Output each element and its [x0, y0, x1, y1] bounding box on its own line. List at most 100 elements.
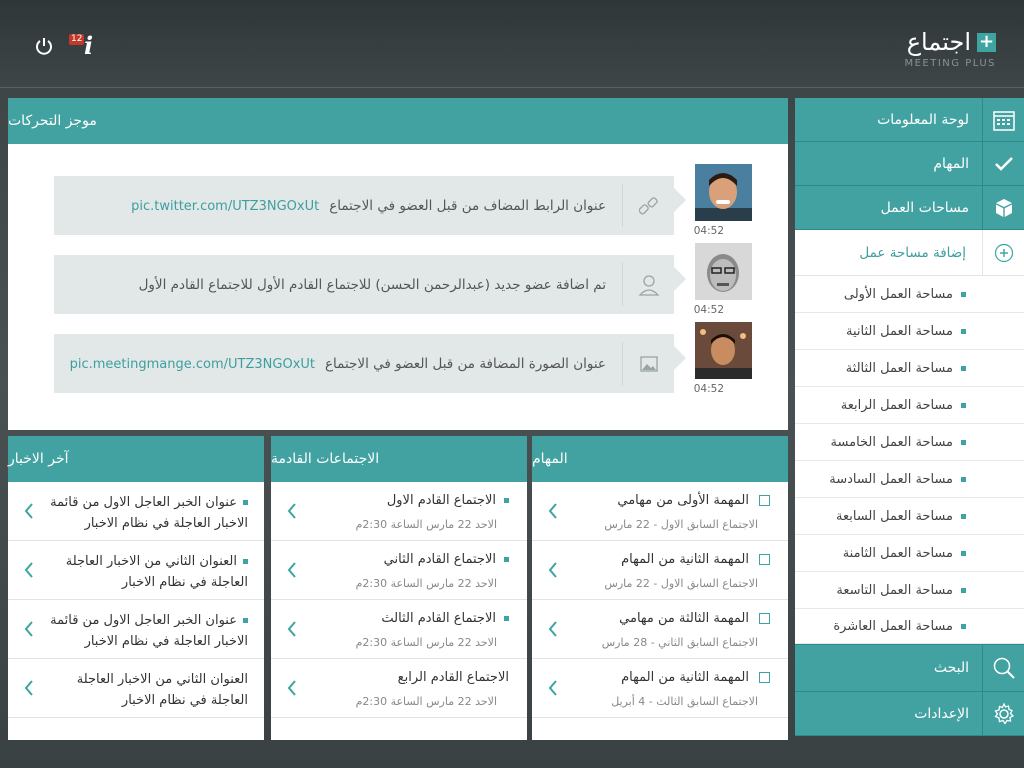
feed-bubble: تم اضافة عضو جديد (عبدالرحمن الحسن) للاج… [54, 255, 686, 314]
chevron-left-icon[interactable] [546, 502, 560, 520]
workspace-item[interactable]: مساحة العمل الثالثة [795, 350, 1024, 387]
panel-title: آخر الاخبار [8, 451, 69, 467]
avatar[interactable] [695, 164, 752, 221]
task-title: المهمة الثالثة من مهامي [619, 611, 749, 626]
workspace-item[interactable]: مساحة العمل الخامسة [795, 424, 1024, 461]
sidebar-item-search[interactable]: البحث [795, 644, 1024, 692]
sidebar-item-label: المهام [933, 155, 969, 172]
plus-circle-icon [982, 230, 1024, 275]
feed-item[interactable]: تم اضافة عضو جديد (عبدالرحمن الحسن) للاج… [54, 243, 752, 316]
chevron-left-icon[interactable] [546, 679, 560, 697]
checkbox[interactable] [759, 495, 770, 506]
chevron-left-icon[interactable] [546, 561, 560, 579]
activity-feed-panel: موجز التحركات عنوان الرابط المضاف من قبل… [8, 98, 788, 430]
top-bar: اجتماع + MEETING PLUS 12 i [0, 0, 1024, 88]
workspace-item[interactable]: مساحة العمل التاسعة [795, 572, 1024, 609]
app-title: اجتماع [906, 28, 971, 56]
meeting-title: الاجتماع القادم الرابع [397, 670, 509, 685]
feed-bubble: عنوان الصورة المضافة من قبل العضو في الا… [54, 334, 686, 393]
workspace-list: إضافة مساحة عمل مساحة العمل الأولى مساحة… [795, 230, 1024, 644]
sidebar-item-settings[interactable]: الإعدادات [795, 692, 1024, 736]
workspace-item[interactable]: مساحة العمل العاشرة [795, 609, 1024, 644]
bullet-icon [961, 513, 966, 519]
sidebar-item-tasks[interactable]: المهام [795, 142, 1024, 186]
panel-header: موجز التحركات [8, 98, 788, 144]
news-row[interactable]: العنوان الثاني من الاخبار العاجلة العاجل… [8, 541, 264, 600]
bullet-icon [243, 618, 248, 623]
task-subtitle: الاجتماع السابق الثاني - 28 مارس [601, 636, 758, 649]
meeting-row[interactable]: الاجتماع القادم الاول الاحد 22 مارس السا… [271, 482, 527, 541]
chevron-left-icon[interactable] [285, 561, 299, 579]
feed-text: عنوان الرابط المضاف من قبل العضو في الاج… [329, 197, 606, 214]
image-icon [622, 342, 674, 385]
meeting-title: الاجتماع القادم الثاني [383, 552, 496, 567]
notification-badge: 12 [69, 34, 85, 45]
check-icon [982, 142, 1024, 185]
task-row[interactable]: المهمة الأولى من مهامي الاجتماع السابق ا… [532, 482, 788, 541]
feed-bubble: عنوان الرابط المضاف من قبل العضو في الاج… [54, 176, 686, 235]
bullet-icon [243, 559, 248, 564]
power-icon[interactable] [34, 36, 54, 56]
workspace-item[interactable]: مساحة العمل الأولى [795, 276, 1024, 313]
meeting-row[interactable]: الاجتماع القادم الثالث الاحد 22 مارس الس… [271, 600, 527, 659]
avatar[interactable] [695, 322, 752, 379]
meeting-row[interactable]: الاجتماع القادم الرابع الاحد 22 مارس الس… [271, 659, 527, 718]
bullet-icon [961, 328, 966, 334]
link-icon [622, 184, 674, 227]
latest-news-panel: آخر الاخبار عنوان الخبر العاجل الاول من … [8, 436, 264, 740]
gear-icon [982, 692, 1024, 735]
calendar-icon [982, 98, 1024, 141]
chevron-left-icon[interactable] [546, 620, 560, 638]
chevron-left-icon[interactable] [285, 620, 299, 638]
workspace-item[interactable]: مساحة العمل الثانية [795, 313, 1024, 350]
panel-title: موجز التحركات [8, 113, 97, 129]
chevron-left-icon[interactable] [22, 561, 36, 579]
news-row[interactable]: عنوان الخبر العاجل الاول من قائمة الاخبا… [8, 482, 264, 541]
workspace-item[interactable]: مساحة العمل السادسة [795, 461, 1024, 498]
meeting-subtitle: الاحد 22 مارس الساعة 2:30م [355, 577, 497, 590]
feed-item[interactable]: عنوان الرابط المضاف من قبل العضو في الاج… [54, 164, 752, 237]
feed-link[interactable]: pic.meetingmange.com/UTZ3NGOxUt [70, 357, 315, 372]
panel-header: المهام [532, 436, 788, 482]
workspace-item[interactable]: مساحة العمل الثامنة [795, 535, 1024, 572]
info-icon[interactable]: i [84, 34, 93, 58]
feed-time: 04:52 [693, 225, 724, 237]
chevron-left-icon[interactable] [22, 620, 36, 638]
checkbox[interactable] [759, 613, 770, 624]
task-subtitle: الاجتماع السابق الاول - 22 مارس [604, 577, 758, 590]
feed-item[interactable]: عنوان الصورة المضافة من قبل العضو في الا… [54, 322, 752, 395]
sidebar: لوحة المعلومات المهام مساحات العمل إضافة… [795, 98, 1024, 740]
news-row[interactable]: العنوان الثاني من الاخبار العاجلة العاجل… [8, 659, 264, 718]
checkbox[interactable] [759, 672, 770, 683]
bullet-icon [961, 587, 966, 593]
feed-text: تم اضافة عضو جديد (عبدالرحمن الحسن) للاج… [138, 276, 606, 293]
chevron-left-icon[interactable] [285, 679, 299, 697]
bullet-icon [961, 476, 966, 482]
news-row[interactable]: عنوان الخبر العاجل الاول من قائمة الاخبا… [8, 600, 264, 659]
user-icon [622, 263, 674, 306]
checkbox[interactable] [759, 554, 770, 565]
bullet-icon [961, 439, 966, 445]
feed-link[interactable]: pic.twitter.com/UTZ3NGOxUt [131, 199, 319, 214]
chevron-left-icon[interactable] [285, 502, 299, 520]
bullet-icon [504, 616, 509, 621]
workspace-item[interactable]: مساحة العمل الرابعة [795, 387, 1024, 424]
meeting-subtitle: الاحد 22 مارس الساعة 2:30م [355, 518, 497, 531]
feed-text: عنوان الصورة المضافة من قبل العضو في الا… [325, 355, 606, 372]
sidebar-item-workspaces[interactable]: مساحات العمل [795, 186, 1024, 230]
task-row[interactable]: المهمة الثانية من المهام الاجتماع السابق… [532, 541, 788, 600]
avatar[interactable] [695, 243, 752, 300]
task-row[interactable]: المهمة الثانية من المهام الاجتماع السابق… [532, 659, 788, 718]
chevron-left-icon[interactable] [22, 679, 36, 697]
chevron-left-icon[interactable] [22, 502, 36, 520]
meeting-subtitle: الاحد 22 مارس الساعة 2:30م [355, 636, 497, 649]
feed-time: 04:52 [693, 304, 724, 316]
add-workspace-label: إضافة مساحة عمل [859, 244, 966, 261]
cube-icon [982, 186, 1024, 229]
sidebar-item-dashboard[interactable]: لوحة المعلومات [795, 98, 1024, 142]
add-workspace-button[interactable]: إضافة مساحة عمل [795, 230, 1024, 276]
task-row[interactable]: المهمة الثالثة من مهامي الاجتماع السابق … [532, 600, 788, 659]
meeting-row[interactable]: الاجتماع القادم الثاني الاحد 22 مارس الس… [271, 541, 527, 600]
meeting-subtitle: الاحد 22 مارس الساعة 2:30م [355, 695, 497, 708]
workspace-item[interactable]: مساحة العمل السابعة [795, 498, 1024, 535]
